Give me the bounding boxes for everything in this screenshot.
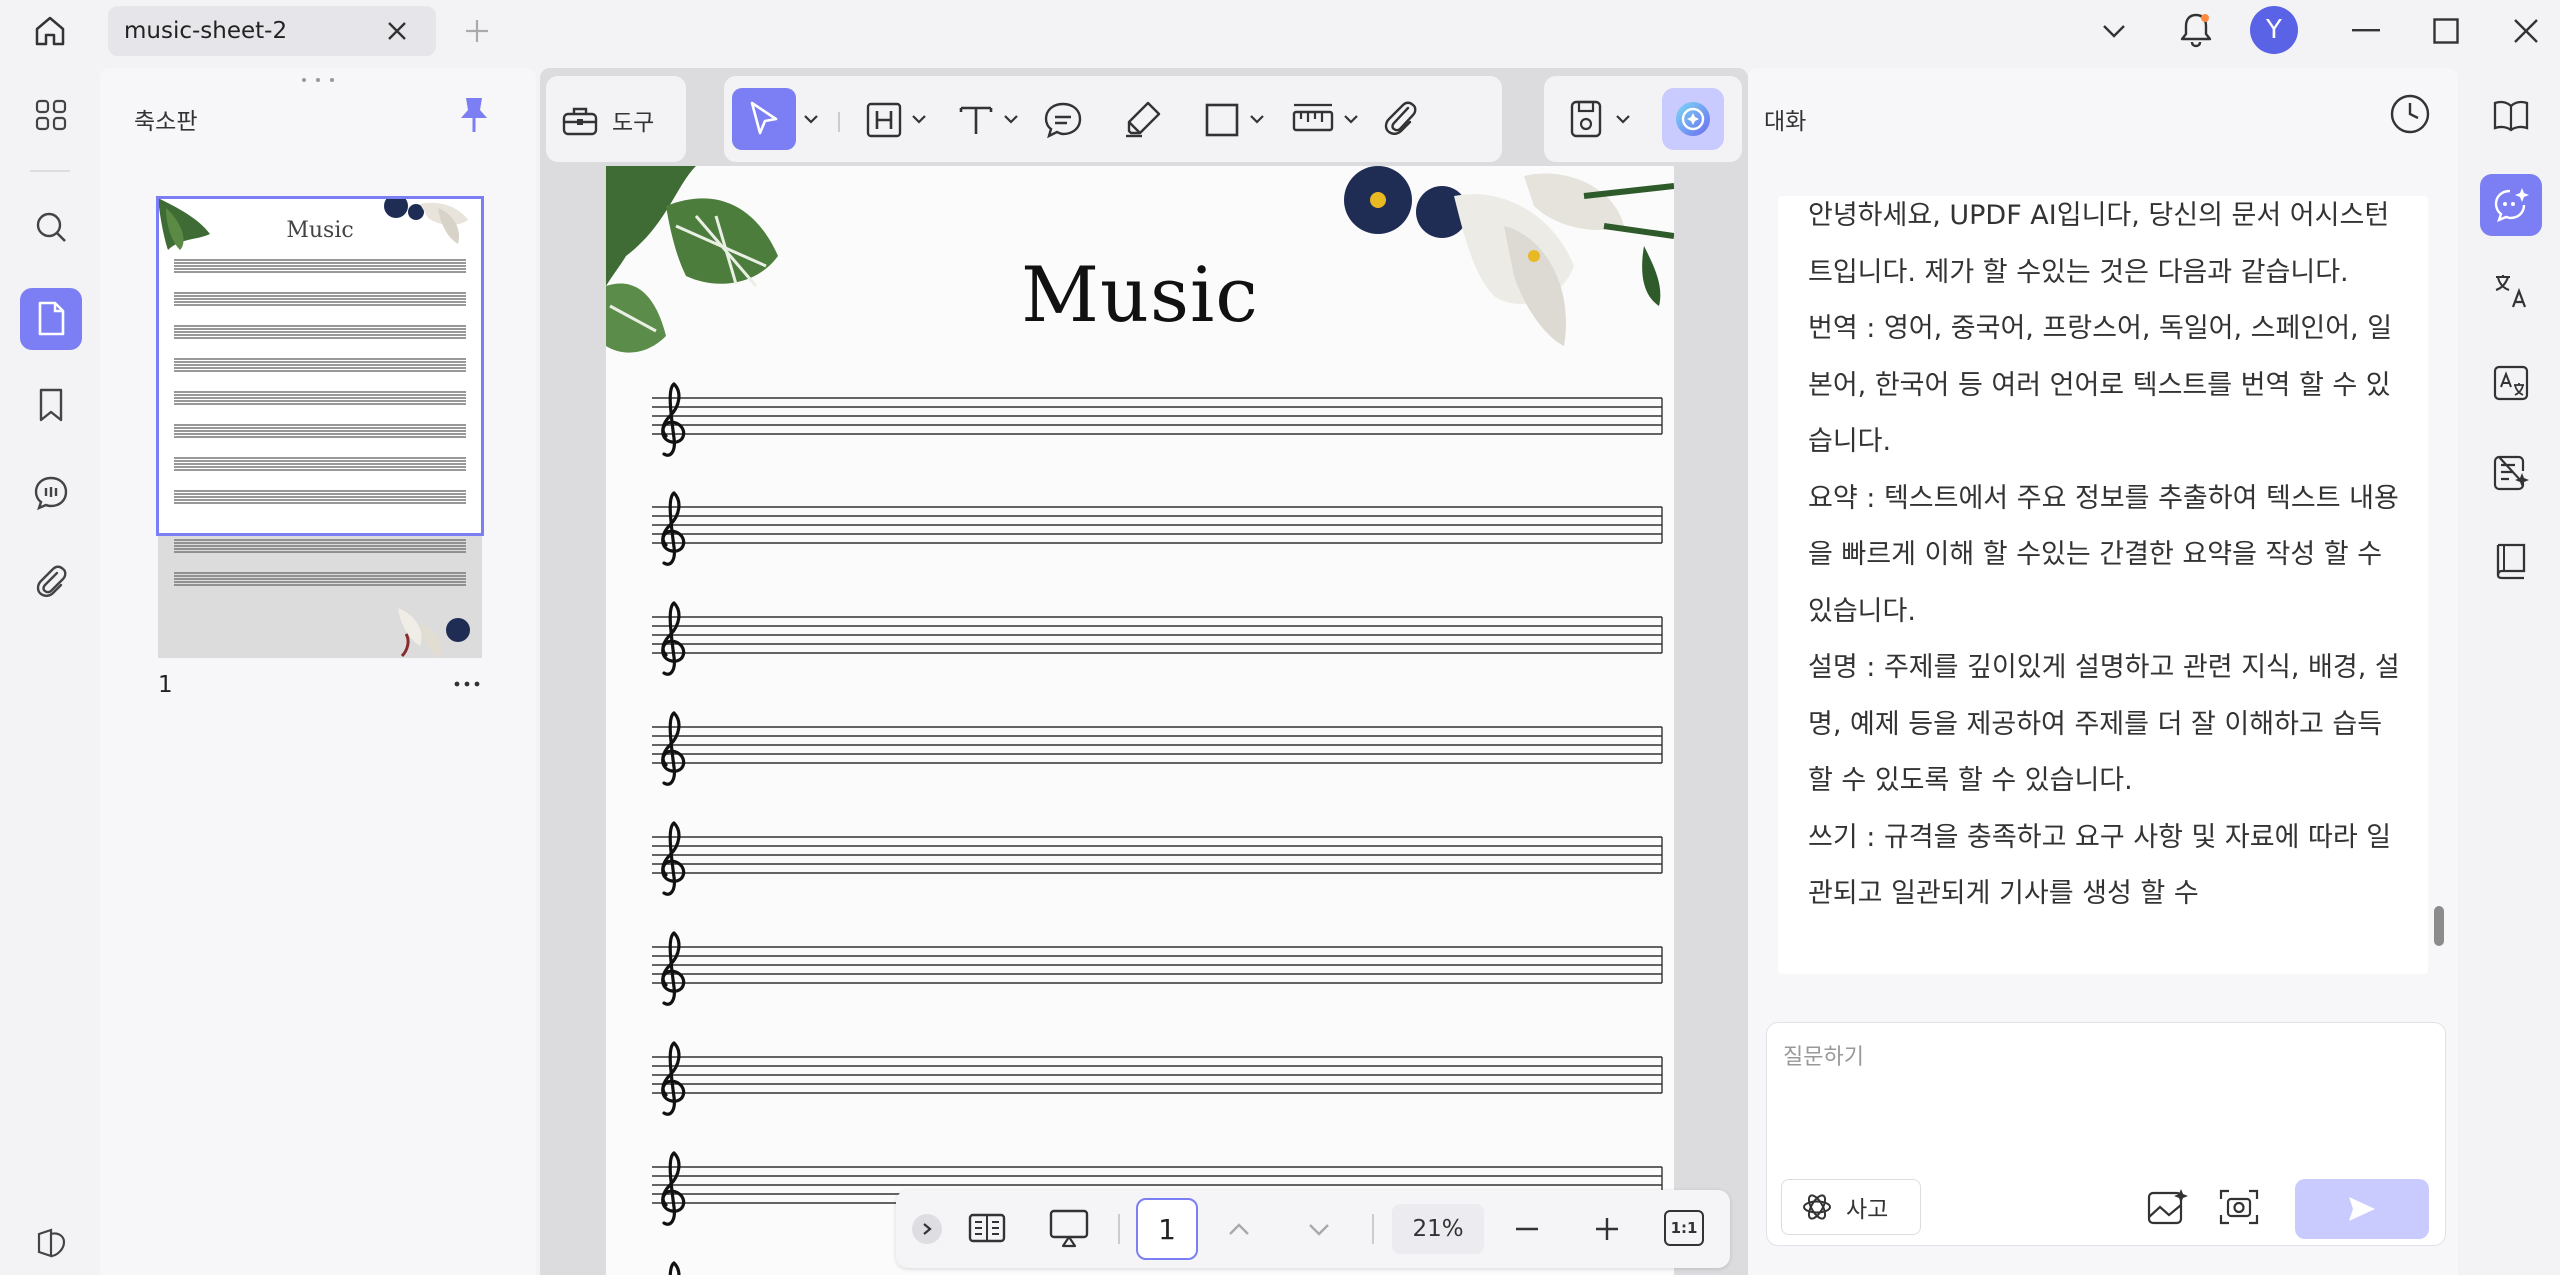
home-icon[interactable] <box>28 10 72 52</box>
close-window-icon[interactable] <box>2508 14 2544 48</box>
translate-document-icon[interactable] <box>2480 352 2542 414</box>
user-avatar[interactable]: Y <box>2250 6 2298 54</box>
select-dropdown-chevron-icon[interactable] <box>802 112 820 126</box>
message-paragraph: 안녕하세요, UPDF AI입니다, 당신의 문서 어시스턴트입니다. 제가 할… <box>1808 200 2390 288</box>
comment-icon[interactable] <box>20 462 82 524</box>
pin-icon[interactable] <box>456 94 492 136</box>
message-paragraph: 쓰기 : 규격을 충족하고 요구 사항 및 자료에 따라 일관되고 일관되게 기… <box>1808 821 2392 910</box>
collapse-bar-icon[interactable] <box>912 1214 942 1244</box>
cursor-icon <box>750 101 778 135</box>
chat-messages[interactable]: 안녕하세요, UPDF AI입니다, 당신의 문서 어시스턴트입니다. 제가 할… <box>1778 196 2428 974</box>
think-label: 사고 <box>1846 1197 1889 1223</box>
tab-title: music-sheet-2 <box>124 18 288 44</box>
zoom-in-icon[interactable] <box>1592 1214 1622 1244</box>
pdf-page: Music <box>606 166 1674 1275</box>
page-view-icon[interactable] <box>20 288 82 350</box>
ai-chat-tab-icon[interactable] <box>2480 174 2542 236</box>
summarize-icon[interactable] <box>2480 442 2542 504</box>
question-input[interactable]: 질문하기 <box>1783 1039 2423 1099</box>
message-paragraph: 요약 : 텍스트에서 주요 정보를 추출하여 텍스트 내용을 빠르게 이해 할 … <box>1808 482 2399 627</box>
left-rail <box>0 68 100 1275</box>
page-number-input[interactable]: 1 <box>1136 1198 1198 1260</box>
document-tab[interactable]: music-sheet-2 <box>108 6 436 56</box>
maximize-icon[interactable] <box>2428 14 2464 48</box>
bookmark-icon[interactable] <box>20 374 82 436</box>
actual-size-button[interactable]: 1:1 <box>1664 1210 1704 1246</box>
next-page-icon[interactable] <box>1304 1214 1334 1244</box>
screenshot-icon[interactable] <box>2217 1185 2261 1229</box>
bell-icon[interactable] <box>2176 8 2216 52</box>
translate-icon[interactable] <box>2480 260 2542 322</box>
thumbnails-grid-icon[interactable] <box>20 84 82 146</box>
more-options-icon[interactable] <box>452 674 482 694</box>
right-rail <box>2458 68 2560 1275</box>
previous-page-icon[interactable] <box>1224 1214 1254 1244</box>
chevron-down-icon[interactable] <box>2096 14 2132 48</box>
toolbar-divider <box>838 112 840 132</box>
comment-tool-icon[interactable] <box>1042 100 1084 140</box>
thumbnail-remainder <box>158 534 482 658</box>
zoom-level[interactable]: 21% <box>1392 1204 1484 1254</box>
thumbnail-staves <box>158 198 482 534</box>
shape-dropdown-chevron-icon[interactable] <box>1248 112 1266 126</box>
reader-book-icon[interactable] <box>2480 84 2542 146</box>
tools-label: 도구 <box>612 110 655 136</box>
rectangle-tool-icon[interactable] <box>1202 100 1242 140</box>
presentation-icon[interactable] <box>1046 1206 1092 1250</box>
ai-assistant-button[interactable] <box>1662 88 1724 150</box>
tools-button[interactable]: 도구 <box>560 98 676 142</box>
attach-file-icon[interactable] <box>1380 98 1420 140</box>
send-icon <box>2349 1197 2375 1221</box>
nav-divider <box>1118 1214 1120 1244</box>
save-dropdown-chevron-icon[interactable] <box>1614 112 1632 126</box>
think-button[interactable]: 사고 <box>1781 1179 1921 1235</box>
layers-icon[interactable] <box>20 1212 82 1274</box>
history-clock-icon[interactable] <box>2388 92 2432 136</box>
text-tool-icon[interactable] <box>956 100 996 140</box>
ai-chat-panel: 대화 안녕하세요, UPDF AI입니다, 당신의 문서 어시스턴트입니다. 제… <box>1748 68 2458 1275</box>
panel-drag-handle[interactable] <box>298 76 338 84</box>
chat-scrollbar-thumb[interactable] <box>2434 906 2444 946</box>
image-insert-icon[interactable] <box>2145 1185 2189 1229</box>
search-icon[interactable] <box>20 196 82 258</box>
rail-divider <box>30 170 70 172</box>
save-ai-group <box>1544 76 1742 162</box>
zoom-out-icon[interactable] <box>1512 1214 1542 1244</box>
page-navigation-bar: 1 21% 1:1 <box>896 1190 1730 1268</box>
panel-title: 축소판 <box>134 109 198 135</box>
chat-title: 대화 <box>1764 109 1807 135</box>
measure-dropdown-chevron-icon[interactable] <box>1342 112 1360 126</box>
heading-dropdown-chevron-icon[interactable] <box>910 112 928 126</box>
document-area: 도구 Music 1 21% 1:1 <box>540 68 1748 1275</box>
thumbnail-panel: 축소판 Music 1 <box>100 68 536 1275</box>
close-tab-icon[interactable] <box>382 16 412 46</box>
minimize-icon[interactable] <box>2348 14 2384 48</box>
select-tool-button[interactable] <box>732 88 796 150</box>
page-layout-icon[interactable] <box>966 1208 1008 1248</box>
text-dropdown-chevron-icon[interactable] <box>1002 112 1020 126</box>
message-paragraph: 번역 : 영어, 중국어, 프랑스어, 독일어, 스페인어, 일본어, 한국어 … <box>1808 313 2393 457</box>
title-bar: music-sheet-2 Y <box>0 0 2560 62</box>
tools-group: 도구 <box>546 76 686 162</box>
save-icon[interactable] <box>1566 98 1606 140</box>
measure-tool-icon[interactable] <box>1290 100 1336 140</box>
music-staves <box>606 166 1674 1275</box>
nav-divider-2 <box>1372 1214 1374 1244</box>
knowledge-book-icon[interactable] <box>2480 530 2542 592</box>
assistant-message: 안녕하세요, UPDF AI입니다, 당신의 문서 어시스턴트입니다. 제가 할… <box>1808 196 2408 923</box>
highlighter-icon[interactable] <box>1122 98 1164 140</box>
ask-input-box[interactable]: 질문하기 사고 <box>1766 1022 2446 1246</box>
heading-tool-icon[interactable] <box>864 100 904 140</box>
attachment-icon[interactable] <box>20 550 82 612</box>
toolbox-icon <box>562 107 598 136</box>
message-paragraph: 설명 : 주제를 깊이있게 설명하고 관련 지식, 배경, 설명, 예제 등을 … <box>1808 652 2400 796</box>
main-tools-group <box>724 76 1502 162</box>
thumbnail-page-label: 1 <box>158 672 173 698</box>
send-button[interactable] <box>2295 1179 2429 1239</box>
new-tab-icon[interactable] <box>460 14 494 48</box>
ai-sparkle-icon <box>1676 102 1710 136</box>
atom-icon <box>1803 1194 1831 1220</box>
page-thumbnail[interactable]: Music <box>158 198 482 534</box>
